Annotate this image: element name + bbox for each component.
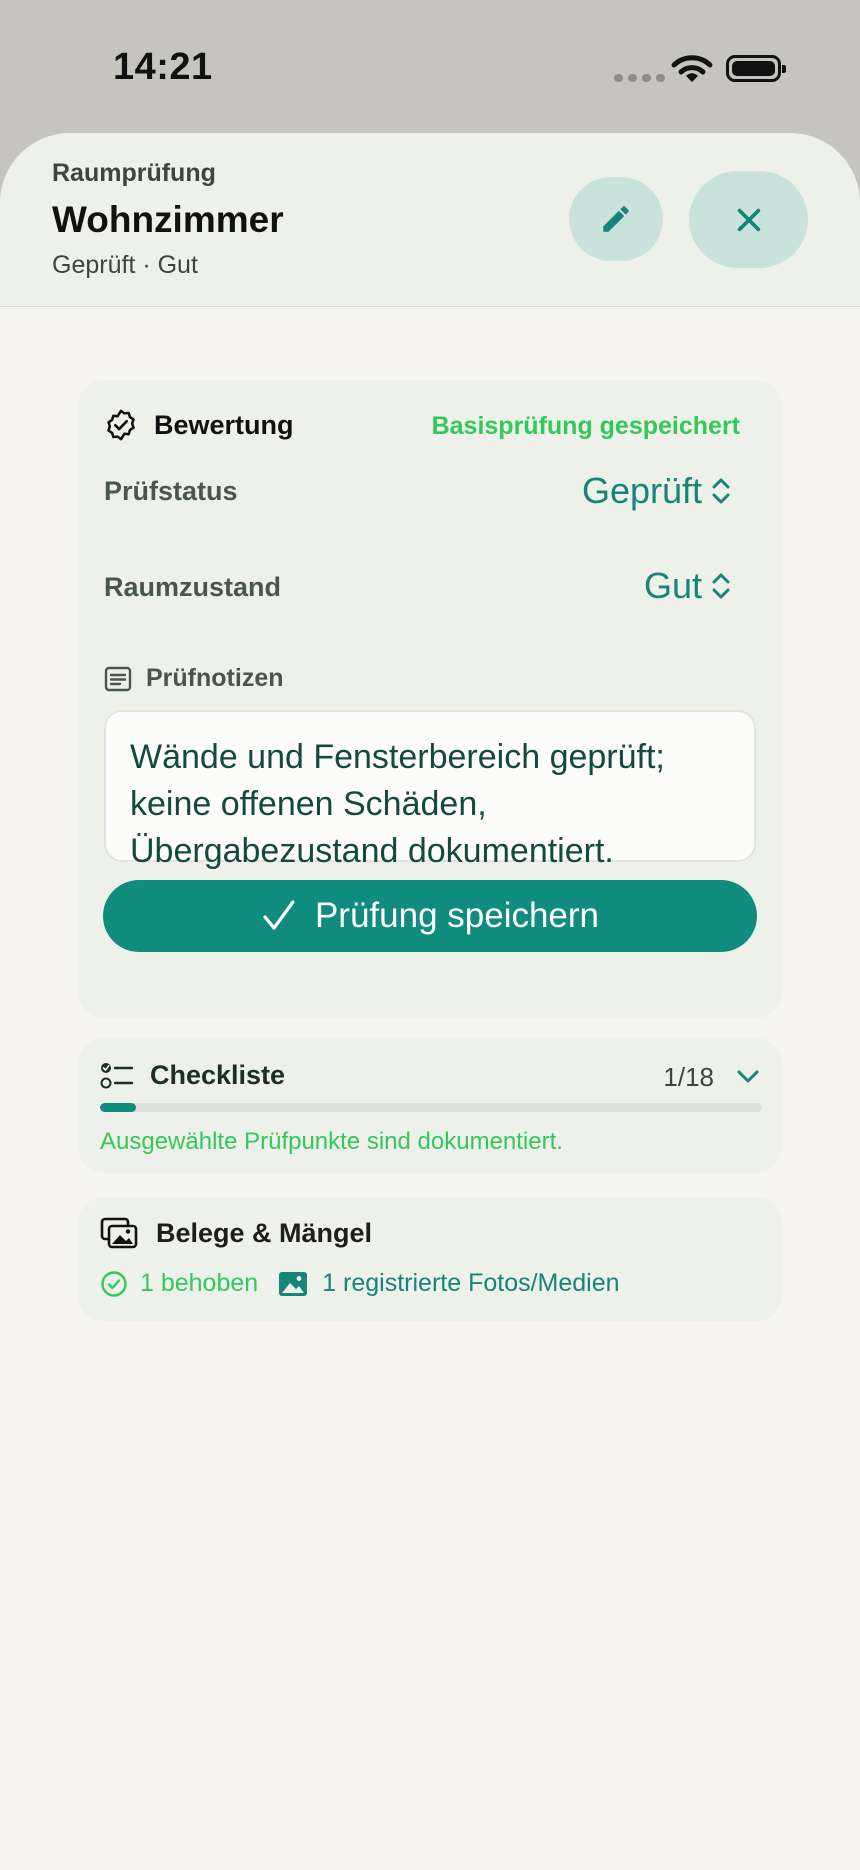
page-subtitle: Geprüft · Gut (52, 251, 198, 279)
evidence-summary: 1 behoben 1 registrierte Fotos/Medien (100, 1269, 620, 1298)
up-down-chevron-icon (712, 573, 730, 599)
condition-value: Gut (643, 565, 702, 606)
evaluation-card: Bewertung Basisprüfung gespeichert Prüfs… (78, 380, 782, 1018)
checklist-note: Ausgewählte Prüfpunkte sind dokumentiert… (100, 1128, 563, 1155)
save-inspection-label: Prüfung speichern (314, 896, 600, 935)
close-button[interactable] (689, 171, 808, 268)
evidence-title: Belege & Mängel (156, 1217, 373, 1248)
photo-icon (279, 1271, 308, 1296)
sheet-eyebrow: Raumprüfung (52, 159, 216, 187)
save-inspection-button[interactable]: Prüfung speichern (103, 880, 757, 952)
up-down-chevron-icon (712, 478, 730, 504)
evidence-card[interactable]: Belege & Mängel 1 behoben 1 registrierte… (78, 1197, 782, 1321)
checklist-progress-bar (100, 1103, 762, 1112)
status-value: Geprüft (581, 470, 702, 511)
checkmark-icon (263, 900, 295, 930)
fixed-count-badge: 1 behoben (100, 1269, 258, 1298)
room-inspection-sheet: Raumprüfung Wohnzimmer Geprüft · Gut Bew… (0, 133, 860, 1870)
checklist-progress-fill (100, 1103, 137, 1112)
evidence-heading: Belege & Mängel (100, 1217, 372, 1249)
photo-stack-icon (100, 1217, 138, 1249)
checklist-icon (100, 1062, 134, 1088)
evaluation-title: Bewertung (154, 409, 294, 440)
check-circle-icon (101, 1270, 127, 1297)
close-icon (737, 208, 760, 231)
checklist-count: 1/18 (663, 1062, 714, 1092)
notes-icon (104, 666, 132, 691)
battery-icon (726, 55, 786, 82)
verified-badge-icon (107, 409, 135, 441)
pencil-icon (603, 206, 629, 232)
checklist-title: Checkliste (150, 1060, 286, 1090)
notes-label: Prüfnotizen (146, 664, 284, 692)
status-bar: 14:21 (0, 0, 860, 135)
wifi-icon (671, 55, 713, 82)
notes-textarea[interactable]: Wände und Fensterbereich geprüft; keine … (104, 710, 756, 870)
notes-heading: Prüfnotizen (104, 664, 284, 693)
chevron-down-icon[interactable] (734, 1062, 762, 1090)
cellular-signal-icon (614, 74, 665, 82)
condition-picker[interactable]: Gut (644, 565, 732, 607)
status-label: Prüfstatus (104, 476, 238, 506)
media-count-badge: 1 registrierte Fotos/Medien (278, 1269, 620, 1298)
media-count-text: 1 registrierte Fotos/Medien (322, 1269, 620, 1297)
evaluation-heading: Bewertung (104, 408, 294, 442)
saved-status-text: Basisprüfung gespeichert (431, 412, 740, 440)
status-time: 14:21 (113, 46, 213, 88)
status-picker[interactable]: Geprüft (582, 470, 732, 512)
page-title: Wohnzimmer (52, 199, 284, 240)
fixed-count-text: 1 behoben (140, 1269, 259, 1297)
checklist-card[interactable]: Checkliste 1/18 Ausgewählte Prüfpunkte s… (78, 1038, 782, 1173)
sheet-header: Raumprüfung Wohnzimmer Geprüft · Gut (0, 133, 860, 307)
condition-label: Raumzustand (104, 572, 282, 602)
edit-button[interactable] (569, 177, 663, 261)
checklist-heading: Checkliste (100, 1060, 285, 1091)
